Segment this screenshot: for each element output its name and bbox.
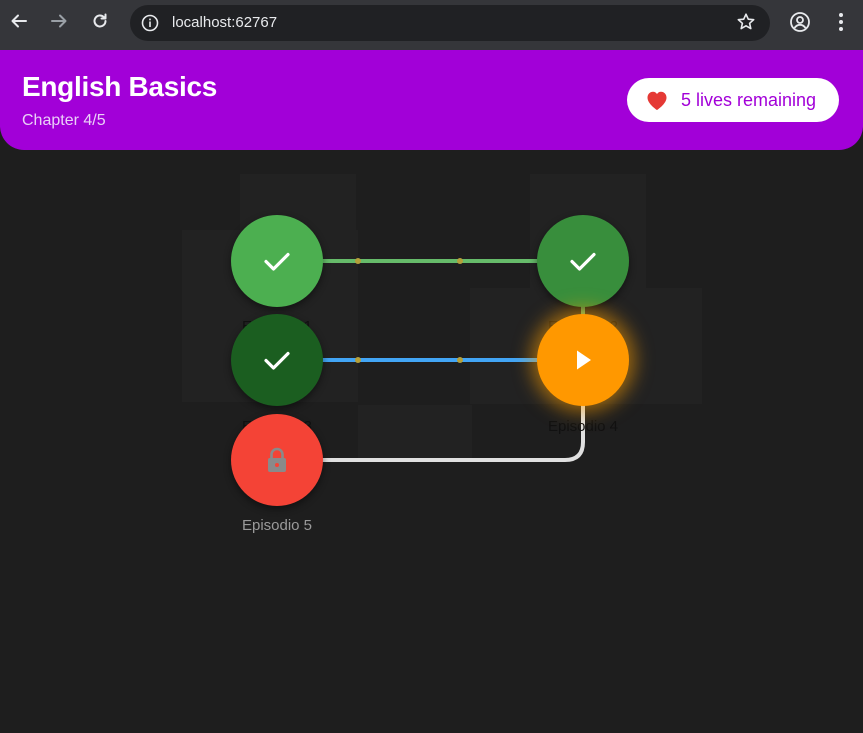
episode-5-label: Episodio 5 (241, 517, 313, 534)
back-button[interactable] (7, 9, 31, 33)
check-icon (264, 351, 290, 370)
heart-icon (645, 89, 669, 116)
episode-5-node[interactable] (231, 414, 323, 506)
profile-icon[interactable] (789, 11, 811, 38)
course-title: English Basics (22, 71, 217, 102)
chapter-progress: Chapter 4/5 (22, 112, 106, 129)
path-dot (457, 357, 463, 363)
lives-badge[interactable]: 5 lives remaining (627, 78, 839, 122)
browser-toolbar: localhost:62767 (0, 0, 863, 50)
bookmark-star-icon[interactable] (736, 12, 756, 37)
check-icon (570, 252, 596, 271)
forward-button[interactable] (47, 9, 71, 33)
site-info-icon[interactable] (138, 11, 162, 35)
lives-remaining-text: 5 lives remaining (681, 90, 817, 110)
path-dot (457, 258, 463, 264)
back-arrow-icon (11, 14, 27, 28)
path-dot (355, 357, 361, 363)
episode-4-label: Episodio 4 (547, 418, 619, 435)
episode-1-node[interactable] (231, 215, 323, 307)
path-lines (322, 258, 585, 462)
path-dot (355, 258, 361, 264)
check-icon (264, 252, 290, 271)
episode-3-node[interactable] (231, 314, 323, 406)
forward-arrow-icon (51, 14, 67, 28)
url-text: localhost:62767 (172, 14, 278, 31)
episode-4-node[interactable] (537, 314, 629, 406)
play-icon (577, 350, 591, 370)
reload-button[interactable] (88, 9, 112, 33)
address-bar[interactable]: localhost:62767 (130, 5, 770, 41)
episode-2-node[interactable] (537, 215, 629, 307)
reload-icon (93, 13, 107, 28)
lock-icon (268, 447, 286, 472)
app-header: English Basics Chapter 4/5 5 lives remai… (0, 50, 863, 150)
more-menu-icon[interactable] (830, 11, 852, 38)
episode-map: Episodio 1 Episodio 2 Episodio 3 Episodi… (0, 150, 863, 733)
